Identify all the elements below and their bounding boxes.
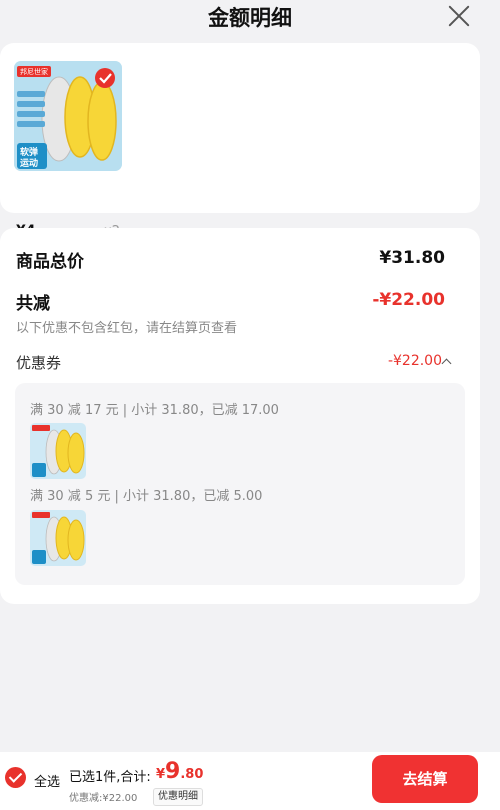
total-value: ¥31.80 (379, 248, 445, 268)
coupon-detail-box: 满 30 减 17 元 | 小计 31.80，已减 17.00 满 30 减 5… (15, 383, 465, 585)
close-icon[interactable] (446, 3, 472, 29)
svg-text:软弹: 软弹 (20, 146, 38, 158)
svg-text:邦尼世家: 邦尼世家 (20, 67, 48, 76)
product-card: 邦尼世家 软弹 运动 ¥4.9 x2 (0, 43, 480, 239)
reduce-value: -¥22.00 (372, 290, 445, 310)
total-price-int: 9 (165, 759, 181, 784)
coupon-product-image-2 (30, 510, 86, 566)
chevron-up-icon[interactable] (441, 358, 452, 369)
summary-card: 商品总价 ¥31.80 共减 -¥22.00 以下优惠不包含红包，请在结算页查看… (0, 228, 480, 604)
selected-summary: 已选1件,合计: (69, 770, 151, 785)
coupon-rule-1: 满 30 减 17 元 | 小计 31.80，已减 17.00 (30, 403, 279, 418)
page-title: 金额明细 (208, 6, 292, 30)
checkout-button[interactable]: 去结算 (372, 755, 478, 803)
select-all-label[interactable]: 全选 (34, 771, 60, 790)
coupon-value[interactable]: -¥22.00 (388, 353, 442, 369)
select-all-checkbox[interactable] (5, 767, 26, 788)
total-price-yen: ¥ (156, 767, 166, 782)
discount-note: 以下优惠不包含红包，请在结算页查看 (16, 321, 238, 336)
coupon-label: 优惠券 (16, 354, 62, 372)
discount-summary: 优惠减:¥22.00 (69, 793, 138, 804)
reduce-label: 共减 (16, 294, 50, 314)
coupon-product-image-1 (30, 423, 86, 479)
discount-detail-link[interactable]: 优惠明细 (153, 788, 203, 806)
total-price-decimal: .80 (180, 767, 204, 782)
modal-header: 金额明细 (0, 0, 500, 38)
product-image[interactable]: 邦尼世家 软弹 运动 (14, 61, 122, 171)
total-price: ¥9.80 (156, 759, 203, 784)
bottom-bar: 全选 已选1件,合计: ¥9.80 优惠减:¥22.00 优惠明细 去结算 (0, 752, 500, 810)
coupon-rule-2: 满 30 减 5 元 | 小计 31.80，已减 5.00 (30, 489, 263, 504)
svg-text:运动: 运动 (20, 158, 38, 169)
total-label: 商品总价 (16, 252, 84, 272)
